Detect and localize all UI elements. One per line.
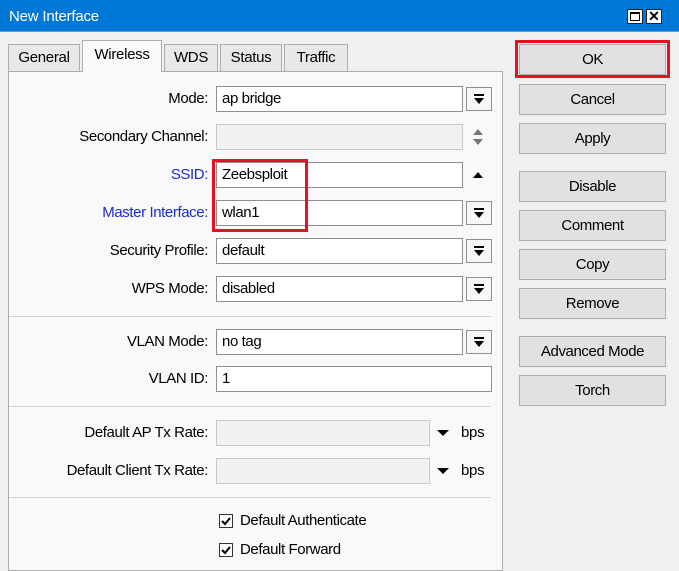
tab-wireless[interactable]: Wireless — [82, 40, 162, 72]
vlan-id-field[interactable]: 1 — [216, 366, 492, 392]
window-title: New Interface — [9, 8, 99, 25]
wps-mode-field[interactable]: disabled — [216, 276, 463, 302]
vlan-mode-field[interactable]: no tag — [216, 329, 463, 355]
mode-field[interactable]: ap bridge — [216, 86, 463, 112]
default-client-tx-rate-field[interactable] — [216, 458, 430, 484]
vlan-id-label: VLAN ID: — [148, 370, 209, 387]
divider — [9, 406, 491, 407]
wireless-panel: Mode: ap bridge Secondary Channel: SSID:… — [8, 71, 503, 571]
vlan-id-row: VLAN ID: 1 — [9, 366, 492, 392]
dropdown-arrow-icon[interactable] — [433, 421, 459, 445]
up-down-arrow-icon[interactable] — [466, 125, 492, 149]
tab-general[interactable]: General — [8, 44, 80, 71]
default-client-tx-rate-row: Default Client Tx Rate: bps — [9, 458, 492, 484]
tab-status[interactable]: Status — [220, 44, 282, 71]
torch-button[interactable]: Torch — [519, 375, 666, 406]
maximize-icon[interactable] — [627, 9, 643, 24]
default-ap-tx-rate-field[interactable] — [216, 420, 430, 446]
vlan-mode-label: VLAN Mode: — [126, 333, 208, 350]
wps-mode-label: WPS Mode: — [131, 280, 209, 297]
advanced-mode-button[interactable]: Advanced Mode — [519, 336, 666, 367]
comment-button[interactable]: Comment — [519, 210, 666, 241]
dropdown-arrow-icon[interactable] — [466, 277, 492, 301]
cancel-button[interactable]: Cancel — [519, 84, 666, 115]
ok-highlight-box — [515, 40, 670, 78]
default-ap-tx-rate-row: Default AP Tx Rate: bps — [9, 420, 492, 446]
highlight-box — [212, 159, 308, 232]
bps-unit-label: bps — [461, 462, 485, 479]
security-profile-row: Security Profile: default — [9, 238, 492, 264]
dropdown-arrow-icon[interactable] — [466, 201, 492, 225]
dropdown-arrow-icon[interactable] — [466, 239, 492, 263]
remove-button[interactable]: Remove — [519, 288, 666, 319]
default-authenticate-label: Default Authenticate — [240, 512, 367, 529]
dropdown-arrow-icon[interactable] — [433, 459, 459, 483]
mode-label: Mode: — [168, 90, 208, 107]
security-profile-label: Security Profile: — [109, 242, 209, 259]
close-icon[interactable]: ✕ — [646, 9, 662, 24]
security-profile-field[interactable]: default — [216, 238, 463, 264]
title-bar: New Interface ✕ — [0, 0, 679, 32]
default-authenticate-checkbox[interactable] — [219, 514, 233, 528]
mode-row: Mode: ap bridge — [9, 86, 492, 112]
tab-wds[interactable]: WDS — [164, 44, 218, 71]
dropdown-arrow-icon[interactable] — [466, 330, 492, 354]
divider — [9, 316, 491, 317]
copy-button[interactable]: Copy — [519, 249, 666, 280]
secondary-channel-label: Secondary Channel: — [79, 128, 208, 145]
secondary-channel-row: Secondary Channel: — [9, 124, 492, 150]
ssid-label: SSID: — [170, 166, 209, 183]
default-client-tx-rate-label: Default Client Tx Rate: — [66, 462, 209, 479]
default-forward-label: Default Forward — [240, 541, 341, 558]
master-interface-label: Master Interface: — [102, 204, 208, 221]
divider — [9, 497, 491, 498]
wps-mode-row: WPS Mode: disabled — [9, 276, 492, 302]
disable-button[interactable]: Disable — [519, 171, 666, 202]
secondary-channel-field[interactable] — [216, 124, 463, 150]
dropdown-arrow-icon[interactable] — [466, 87, 492, 111]
bps-unit-label: bps — [461, 424, 485, 441]
vlan-mode-row: VLAN Mode: no tag — [9, 329, 492, 355]
collapse-arrow-icon[interactable] — [466, 163, 492, 187]
default-ap-tx-rate-label: Default AP Tx Rate: — [84, 424, 208, 441]
tab-traffic[interactable]: Traffic — [284, 44, 348, 71]
apply-button[interactable]: Apply — [519, 123, 666, 154]
default-forward-checkbox[interactable] — [219, 543, 233, 557]
